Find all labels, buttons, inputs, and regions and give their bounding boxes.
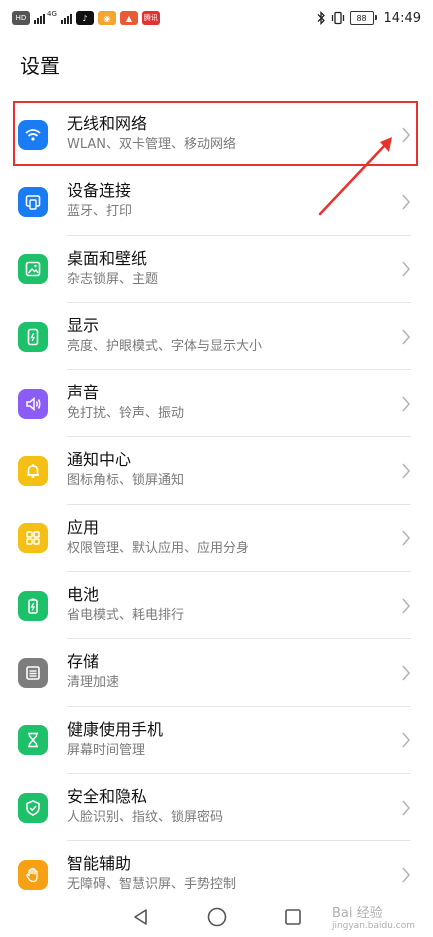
settings-item-subtitle: 无障碍、智慧识屏、手势控制 xyxy=(67,877,237,893)
settings-item-title: 声音 xyxy=(67,383,100,403)
chevron-right-icon xyxy=(402,867,411,883)
settings-item-subtitle: 清理加速 xyxy=(67,675,120,691)
shield-icon xyxy=(18,792,48,823)
chevron-right-icon xyxy=(402,732,411,748)
settings-item-subtitle: 蓝牙、打印 xyxy=(67,204,133,220)
settings-item-title: 电池 xyxy=(67,585,100,605)
settings-item-subtitle: 权限管理、默认应用、应用分身 xyxy=(67,540,250,556)
settings-item-title: 智能辅助 xyxy=(67,854,132,874)
settings-item-subtitle: WLAN、双卡管理、移动网络 xyxy=(67,137,237,152)
signal2-icon xyxy=(60,12,72,24)
home-button[interactable] xyxy=(205,905,229,929)
hand-icon xyxy=(18,859,48,890)
settings-item-sound[interactable]: 声音 免打扰、铃声、振动 xyxy=(0,370,433,438)
chevron-right-icon xyxy=(402,396,411,412)
settings-item-subtitle: 屏幕时间管理 xyxy=(67,742,146,758)
settings-item-wireless-network[interactable]: 无线和网络 WLAN、双卡管理、移动网络 xyxy=(0,101,433,168)
wifi-icon xyxy=(18,119,48,150)
recents-button[interactable] xyxy=(281,905,305,929)
settings-item-device-connection[interactable]: 设备连接 蓝牙、打印 xyxy=(0,168,433,236)
back-triangle-icon xyxy=(133,909,147,925)
app-notification3-icon: 腾讯 xyxy=(141,11,160,25)
home-circle-icon xyxy=(207,907,226,927)
settings-item-apps[interactable]: 应用 权限管理、默认应用、应用分身 xyxy=(0,505,433,573)
tiktok-icon: ♪ xyxy=(75,11,94,25)
storage-icon xyxy=(18,658,48,689)
hd-icon: HD xyxy=(12,11,30,25)
display-icon xyxy=(18,321,48,352)
settings-item-title: 应用 xyxy=(67,517,100,537)
settings-item-title: 设备连接 xyxy=(67,181,132,201)
back-button[interactable] xyxy=(129,905,153,929)
app-notification2-icon: ▲ xyxy=(119,11,138,25)
battery-indicator: 88 xyxy=(349,11,377,25)
device-connect-icon xyxy=(18,186,48,217)
status-right: 88 14:49 xyxy=(316,11,421,26)
status-time: 14:49 xyxy=(383,10,421,26)
chevron-right-icon xyxy=(402,261,411,277)
settings-item-title: 通知中心 xyxy=(67,450,132,470)
chevron-right-icon xyxy=(402,127,411,143)
settings-item-storage[interactable]: 存储 清理加速 xyxy=(0,639,433,707)
settings-item-title: 显示 xyxy=(67,315,100,335)
app-notification-icon: ◉ xyxy=(97,11,116,25)
chevron-right-icon xyxy=(402,329,411,345)
settings-item-digital-balance[interactable]: 健康使用手机 屏幕时间管理 xyxy=(0,707,433,774)
battery-icon xyxy=(18,590,48,621)
vibrate-icon xyxy=(331,11,344,25)
settings-item-title: 存储 xyxy=(67,652,100,672)
chevron-right-icon xyxy=(402,800,411,816)
settings-item-title: 健康使用手机 xyxy=(67,719,164,739)
settings-item-title: 安全和隐私 xyxy=(67,786,148,806)
settings-item-battery[interactable]: 电池 省电模式、耗电排行 xyxy=(0,572,433,640)
settings-item-notification-center[interactable]: 通知中心 图标角标、锁屏通知 xyxy=(0,437,433,505)
settings-item-security-privacy[interactable]: 安全和隐私 人脸识别、指纹、锁屏密码 xyxy=(0,774,433,842)
settings-item-subtitle: 人脸识别、指纹、锁屏密码 xyxy=(67,809,224,825)
page-title: 设置 xyxy=(20,54,60,78)
watermark: Bai 经验 jingyan.baidu.com xyxy=(332,902,415,931)
settings-item-display[interactable]: 显示 亮度、护眼模式、字体与显示大小 xyxy=(0,303,433,371)
settings-item-home-wallpaper[interactable]: 桌面和壁纸 杂志锁屏、主题 xyxy=(0,236,433,303)
settings-list: 无线和网络 WLAN、双卡管理、移动网络 设备连接 蓝牙、打印 桌面和壁纸 杂志… xyxy=(0,101,433,909)
hourglass-icon xyxy=(18,725,48,756)
settings-item-subtitle: 亮度、护眼模式、字体与显示大小 xyxy=(67,338,263,354)
settings-item-title: 桌面和壁纸 xyxy=(67,248,148,268)
watermark-url: jingyan.baidu.com xyxy=(331,921,415,931)
status-bar: HD 4G ♪ ◉ ▲ 腾讯 88 14:49 xyxy=(0,0,433,36)
network-type: 4G xyxy=(47,10,57,18)
apps-icon xyxy=(18,523,48,554)
wallpaper-icon xyxy=(18,254,48,285)
recents-square-icon xyxy=(284,909,301,925)
settings-item-subtitle: 免打扰、铃声、振动 xyxy=(67,406,185,422)
bluetooth-icon xyxy=(317,11,325,25)
settings-item-subtitle: 图标角标、锁屏通知 xyxy=(67,473,185,489)
settings-item-title: 无线和网络 xyxy=(67,114,148,133)
status-left: HD 4G ♪ ◉ ▲ 腾讯 xyxy=(12,10,160,25)
sound-icon xyxy=(18,388,48,419)
settings-item-subtitle: 省电模式、耗电排行 xyxy=(67,608,185,624)
chevron-right-icon xyxy=(402,463,411,479)
signal-icon xyxy=(34,12,45,24)
chevron-right-icon xyxy=(402,194,411,210)
chevron-right-icon xyxy=(402,598,411,614)
chevron-right-icon xyxy=(402,530,411,546)
settings-item-subtitle: 杂志锁屏、主题 xyxy=(67,271,159,287)
chevron-right-icon xyxy=(402,665,411,681)
watermark-text: Bai 经验 xyxy=(331,906,383,921)
bell-icon xyxy=(18,456,48,487)
